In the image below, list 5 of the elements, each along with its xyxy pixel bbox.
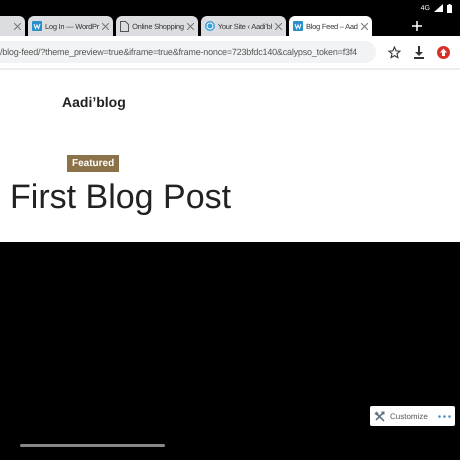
address-field[interactable]: /blog-feed/?theme_preview=true&iframe=true&frame-nonce=723bfdc140&calypso_token=f3f4 [0,41,376,63]
customize-button[interactable]: Customize [374,410,428,422]
featured-tag: Featured [67,155,120,172]
site-title[interactable]: Aadi’blog [62,94,126,110]
post-title[interactable]: First Blog Post [10,178,232,217]
